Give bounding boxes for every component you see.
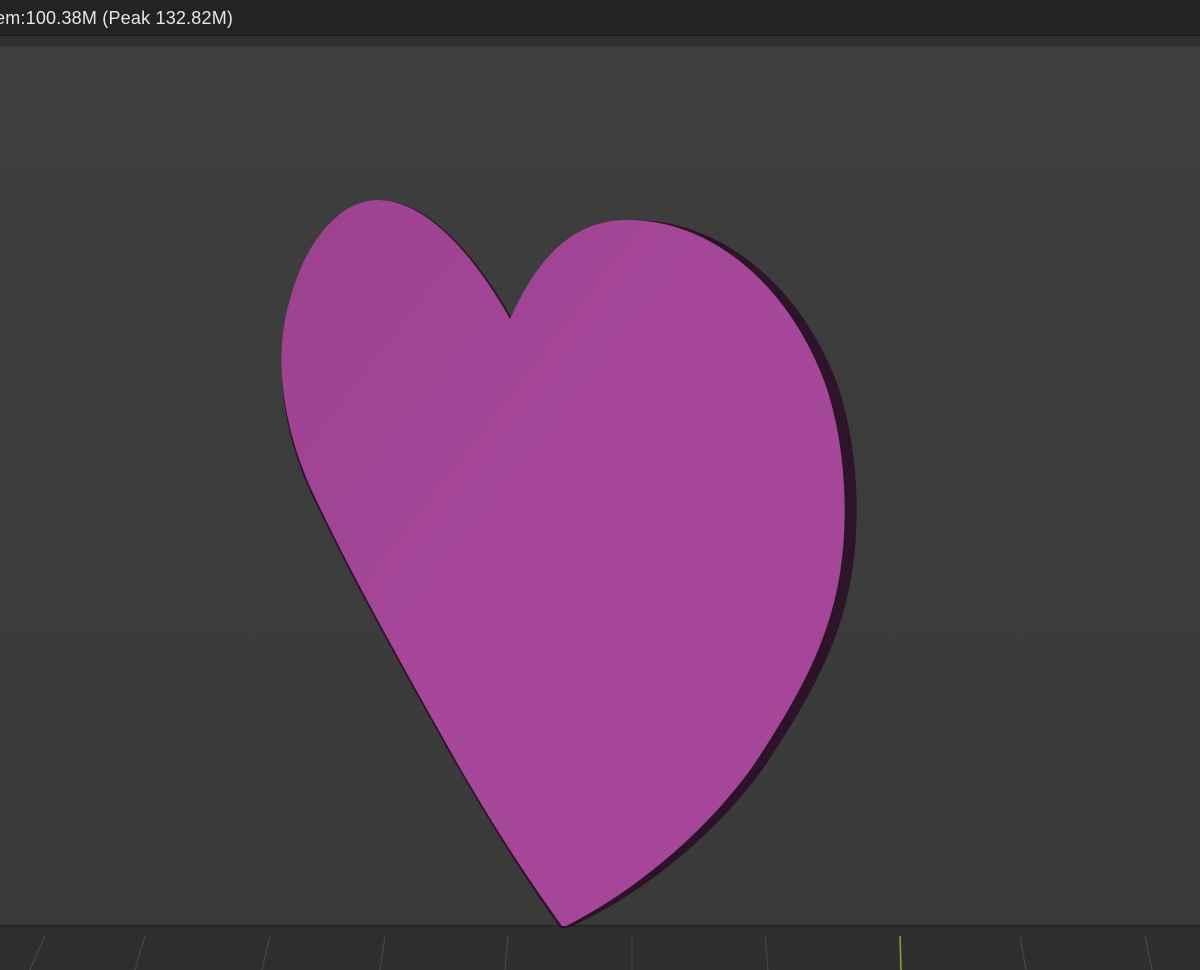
y-axis-line	[899, 935, 902, 970]
floor-plane	[0, 926, 1200, 970]
floor-grid	[0, 925, 1200, 970]
memory-stats: em:100.38M (Peak 132.82M)	[0, 8, 234, 28]
3d-viewport[interactable]	[0, 36, 1200, 970]
viewport-canvas[interactable]	[0, 36, 1200, 970]
status-bar: em:100.38M (Peak 132.82M)	[0, 0, 1200, 36]
blender-window: em:100.38M (Peak 132.82M)	[0, 0, 1200, 970]
